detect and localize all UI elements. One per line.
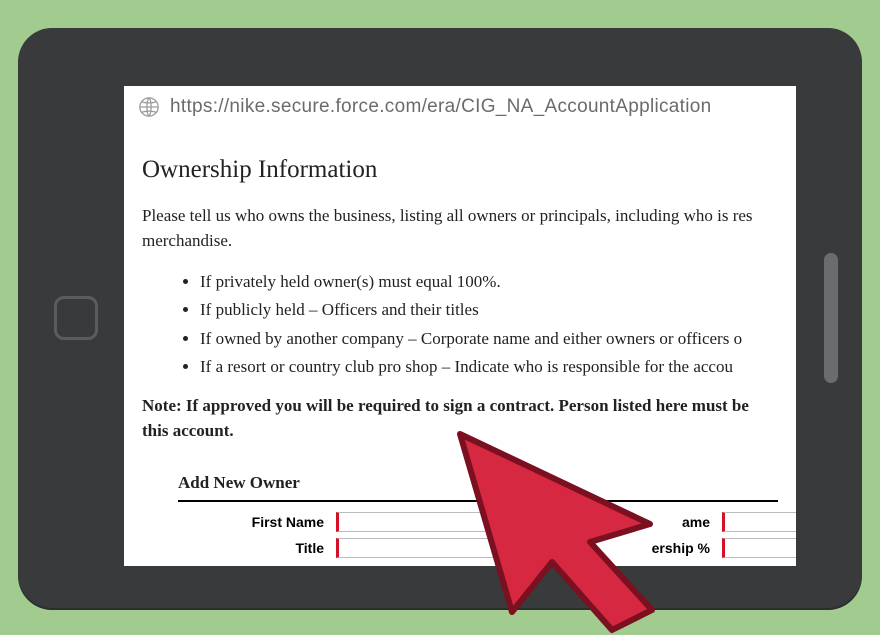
side-switch[interactable] xyxy=(824,253,838,383)
rules-list: If privately held owner(s) must equal 10… xyxy=(142,270,778,381)
page-title: Ownership Information xyxy=(142,152,778,188)
browser-screen: https://nike.secure.force.com/era/CIG_NA… xyxy=(124,86,796,566)
list-item: If publicly held – Officers and their ti… xyxy=(200,298,778,323)
url-bar: https://nike.secure.force.com/era/CIG_NA… xyxy=(124,86,796,124)
url-text[interactable]: https://nike.secure.force.com/era/CIG_NA… xyxy=(170,96,712,118)
page-content: Ownership Information Please tell us who… xyxy=(124,124,796,566)
officer-label: Officer? xyxy=(178,565,328,566)
title-label: Title xyxy=(178,538,328,558)
list-item: If owned by another company – Corporate … xyxy=(200,327,778,352)
intro-line-2: merchandise. xyxy=(142,231,232,250)
home-button[interactable] xyxy=(54,296,98,340)
globe-icon xyxy=(138,96,160,118)
last-name-label: ame xyxy=(604,512,714,532)
intro-text: Please tell us who owns the business, li… xyxy=(142,204,778,253)
section-title: Add New Owner xyxy=(178,471,778,502)
last-name-input[interactable] xyxy=(722,512,796,532)
note-text: Note: If approved you will be required t… xyxy=(142,394,778,443)
director-label: tor? xyxy=(604,565,714,566)
list-item: If privately held owner(s) must equal 10… xyxy=(200,270,778,295)
list-item: If a resort or country club pro shop – I… xyxy=(200,355,778,380)
intro-line-1: Please tell us who owns the business, li… xyxy=(142,206,753,225)
first-name-input[interactable] xyxy=(336,512,596,532)
first-name-label: First Name xyxy=(178,512,328,532)
ownership-label: ership % xyxy=(604,538,714,558)
owner-form: First Name ame Title ership % Officer? t… xyxy=(178,512,778,566)
title-input[interactable] xyxy=(336,538,596,558)
ownership-input[interactable] xyxy=(722,538,796,558)
tablet-frame: https://nike.secure.force.com/era/CIG_NA… xyxy=(18,28,862,608)
